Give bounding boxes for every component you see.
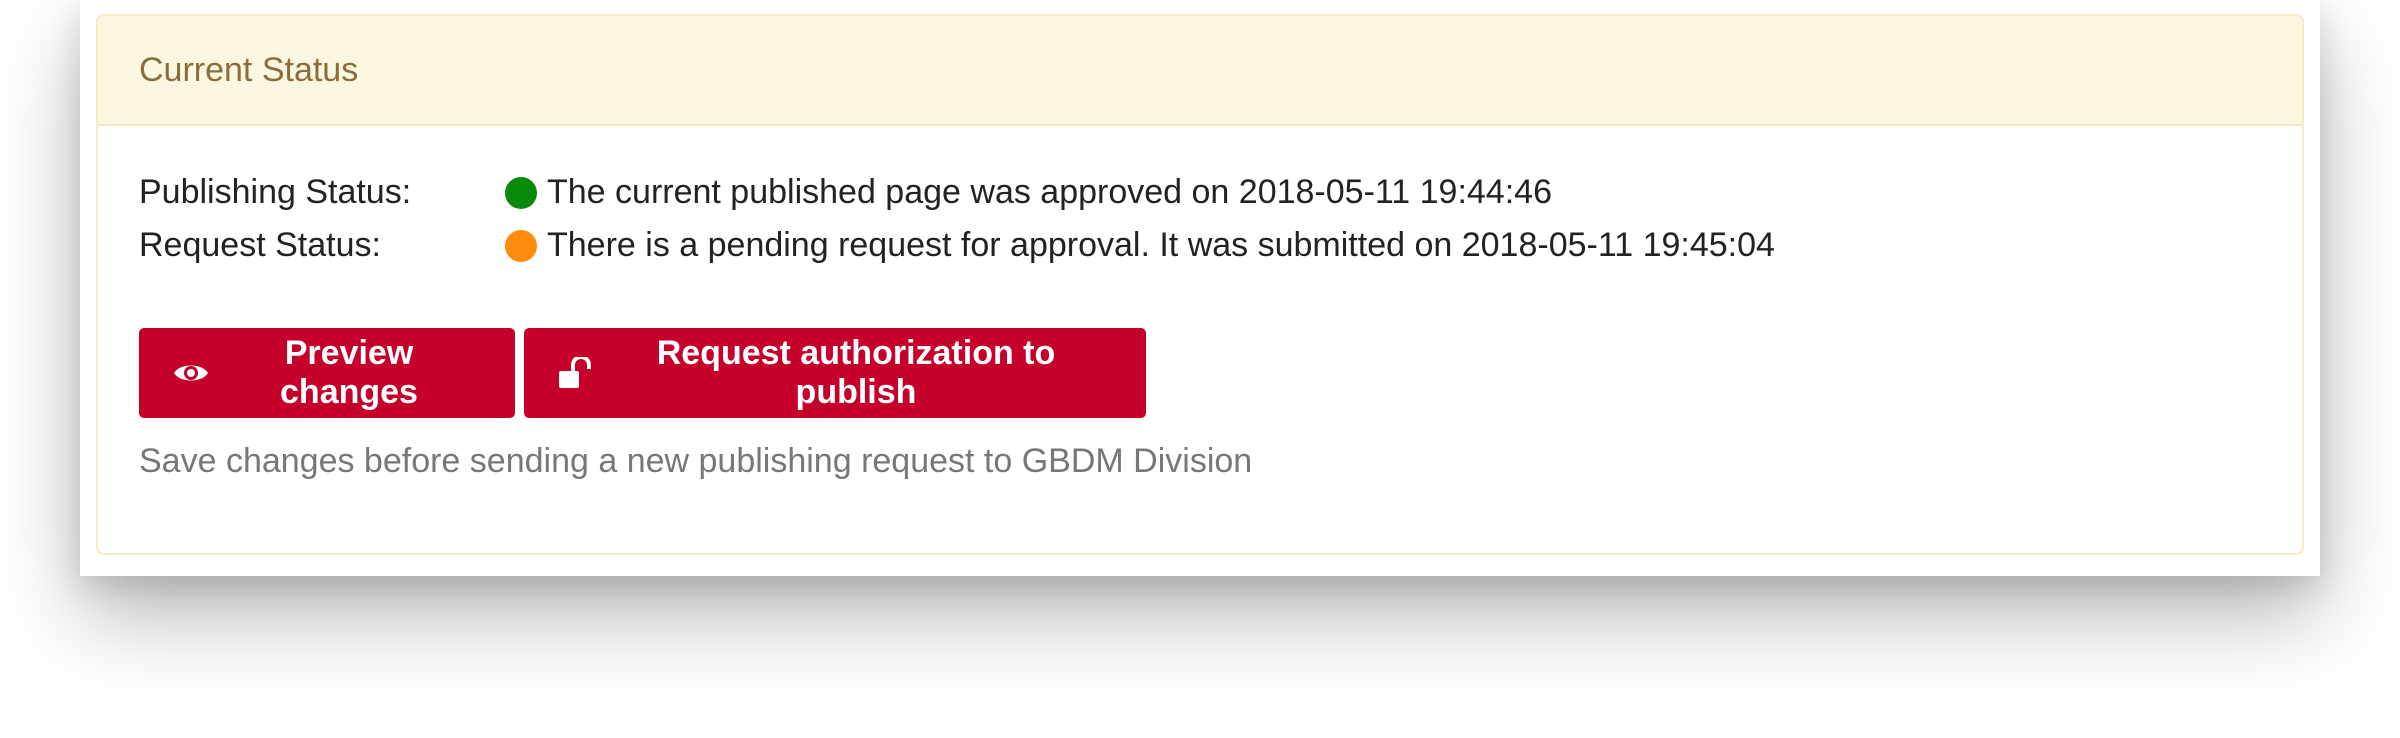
- panel-title: Current Status: [139, 50, 359, 89]
- preview-changes-button[interactable]: Preview changes: [139, 328, 515, 418]
- window: Current Status Publishing Status: The cu…: [80, 0, 2320, 576]
- action-buttons: Preview changes Request authorization to…: [139, 328, 2261, 418]
- panel-body: Publishing Status: The current published…: [98, 126, 2302, 481]
- panel-heading: Current Status: [98, 16, 2302, 126]
- orange-status-dot-icon: [505, 229, 537, 262]
- unlock-icon: [558, 357, 592, 389]
- request-authorization-button[interactable]: Request authorization to publish: [524, 328, 1146, 418]
- help-text: Save changes before sending a new publis…: [139, 442, 1253, 480]
- current-status-panel: Current Status Publishing Status: The cu…: [96, 14, 2304, 555]
- green-status-dot-icon: [505, 176, 537, 209]
- publishing-status-text: The current published page was approved …: [547, 173, 1552, 211]
- eye-icon: [173, 361, 209, 385]
- preview-changes-label: Preview changes: [280, 334, 418, 411]
- publishing-status-label: Publishing Status:: [139, 173, 412, 211]
- publishing-status-row: Publishing Status: The current published…: [139, 166, 2261, 219]
- request-status-row: Request Status: There is a pending reque…: [139, 219, 2261, 272]
- request-status-label: Request Status:: [139, 226, 381, 264]
- request-status-text: There is a pending request for approval.…: [547, 226, 1775, 264]
- request-authorization-label: Request authorization to publish: [656, 334, 1056, 411]
